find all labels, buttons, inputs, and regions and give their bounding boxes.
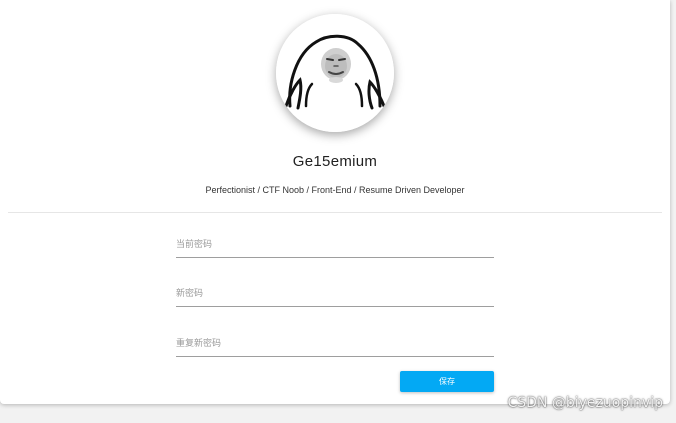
watermark: CSDN @biyezuopinvip	[507, 395, 663, 411]
user-bio: Perfectionist / CTF Noob / Front-End / R…	[205, 185, 465, 195]
meme-face-avatar-icon	[276, 14, 394, 132]
new-password-field	[176, 284, 494, 307]
new-password-input[interactable]	[176, 284, 494, 304]
username: Ge15emium	[292, 153, 378, 170]
current-password-field	[176, 235, 494, 258]
save-button[interactable]: 保存	[400, 371, 494, 392]
repeat-password-field	[176, 334, 494, 357]
divider	[8, 212, 662, 213]
page: Ge15emium Perfectionist / CTF Noob / Fro…	[0, 0, 676, 423]
repeat-password-input[interactable]	[176, 334, 494, 354]
profile-card: Ge15emium Perfectionist / CTF Noob / Fro…	[0, 0, 670, 404]
current-password-input[interactable]	[176, 235, 494, 255]
avatar	[276, 14, 394, 132]
